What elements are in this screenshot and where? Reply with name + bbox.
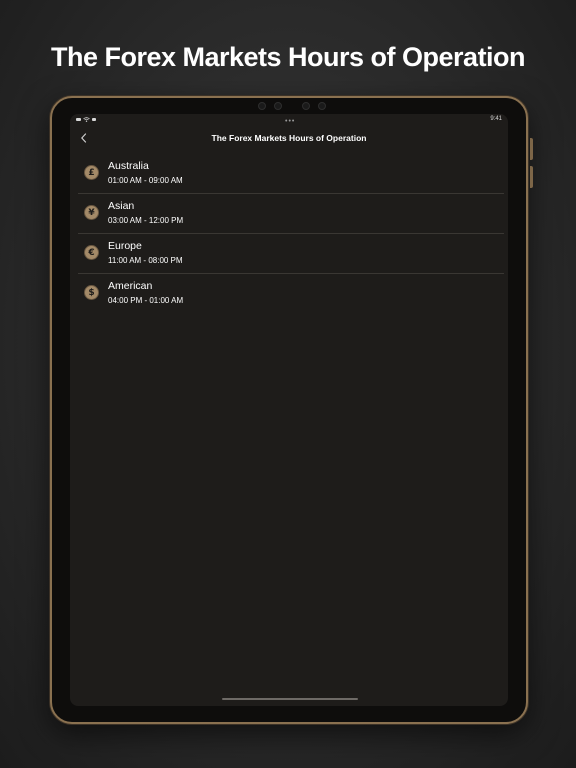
side-button-top [530, 138, 533, 160]
market-hours: 11:00 AM - 08:00 PM [108, 256, 183, 265]
market-name: American [108, 280, 153, 292]
market-name: Asian [108, 200, 135, 212]
market-hours: 01:00 AM - 09:00 AM [108, 176, 183, 185]
sensor-icon [302, 102, 310, 110]
list-item-american[interactable]: $ American 04:00 PM - 01:00 AM [78, 274, 504, 313]
market-name: Europe [108, 240, 142, 252]
status-indicators [76, 117, 96, 122]
camera-housing [252, 100, 328, 110]
sensor-icon [318, 102, 326, 110]
market-name: Australia [108, 160, 149, 172]
list-item-europe[interactable]: € Europe 11:00 AM - 08:00 PM [78, 234, 504, 274]
tablet-frame: ••• 9:41 The Forex Markets Hours of Oper… [50, 96, 533, 724]
wifi-icon [83, 117, 90, 122]
sensor-icon [258, 102, 266, 110]
side-button-bottom [530, 166, 533, 188]
status-bar: ••• 9:41 [70, 114, 508, 126]
status-time: 9:41 [490, 116, 502, 122]
market-list: £ Australia 01:00 AM - 09:00 AM ¥ Asian … [78, 154, 504, 313]
navigation-bar: The Forex Markets Hours of Operation [70, 128, 508, 150]
camera-icon [274, 102, 282, 110]
multitask-indicator[interactable]: ••• [285, 118, 295, 125]
home-indicator[interactable] [222, 698, 358, 700]
market-hours: 04:00 PM - 01:00 AM [108, 296, 184, 305]
list-item-australia[interactable]: £ Australia 01:00 AM - 09:00 AM [78, 154, 504, 194]
list-item-asian[interactable]: ¥ Asian 03:00 AM - 12:00 PM [78, 194, 504, 234]
nav-title: The Forex Markets Hours of Operation [211, 133, 367, 143]
app-screen: ••• 9:41 The Forex Markets Hours of Oper… [70, 114, 508, 706]
yen-icon: ¥ [84, 205, 99, 220]
page-headline: The Forex Markets Hours of Operation [50, 42, 526, 72]
dollar-icon: $ [84, 285, 99, 300]
signal-icon [76, 118, 81, 121]
battery-icon [92, 118, 96, 121]
euro-icon: € [84, 245, 99, 260]
pound-icon: £ [84, 165, 99, 180]
market-hours: 03:00 AM - 12:00 PM [108, 216, 184, 225]
